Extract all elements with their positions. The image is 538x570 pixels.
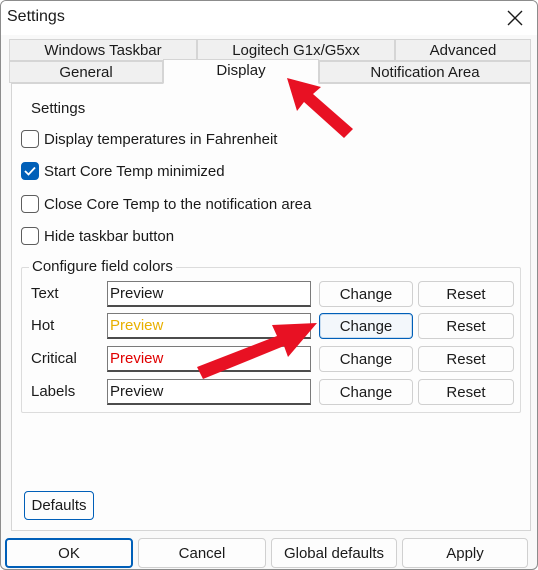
field-colors-legend: Configure field colors <box>29 258 176 275</box>
checkbox-box[interactable] <box>21 227 39 245</box>
preview-field-labels: Preview <box>107 379 311 405</box>
close-to-tray-checkbox[interactable]: Close Core Temp to the notification area <box>21 195 311 213</box>
preview-field-hot: Preview <box>107 313 311 339</box>
fahrenheit-checkbox[interactable]: Display temperatures in Fahrenheit <box>21 130 277 148</box>
hide-taskbar-checkbox[interactable]: Hide taskbar button <box>21 227 174 245</box>
field-label-labels: Labels <box>31 383 76 400</box>
reset-text-color-button[interactable]: Reset <box>418 281 514 307</box>
checkbox-box[interactable] <box>21 162 39 180</box>
field-label-critical: Critical <box>31 350 77 367</box>
change-text-color-button[interactable]: Change <box>319 281 413 307</box>
settings-dialog: Settings Windows Taskbar Logitech G1x/G5… <box>0 0 538 570</box>
change-labels-color-button[interactable]: Change <box>319 379 413 405</box>
settings-heading: Settings <box>31 100 86 117</box>
preview-field-critical: Preview <box>107 346 311 372</box>
start-minimized-checkbox[interactable]: Start Core Temp minimized <box>21 162 225 180</box>
reset-critical-color-button[interactable]: Reset <box>418 346 514 372</box>
preview-field-text: Preview <box>107 281 311 307</box>
checkbox-box[interactable] <box>21 130 39 148</box>
defaults-button[interactable]: Defaults <box>24 491 94 520</box>
checkmark-icon <box>24 166 36 176</box>
field-label-hot: Hot <box>31 317 55 334</box>
reset-labels-color-button[interactable]: Reset <box>418 379 514 405</box>
change-hot-color-button[interactable]: Change <box>319 313 413 339</box>
change-critical-color-button[interactable]: Change <box>319 346 413 372</box>
field-label-text: Text <box>31 285 59 302</box>
checkbox-box[interactable] <box>21 195 39 213</box>
reset-hot-color-button[interactable]: Reset <box>418 313 514 339</box>
